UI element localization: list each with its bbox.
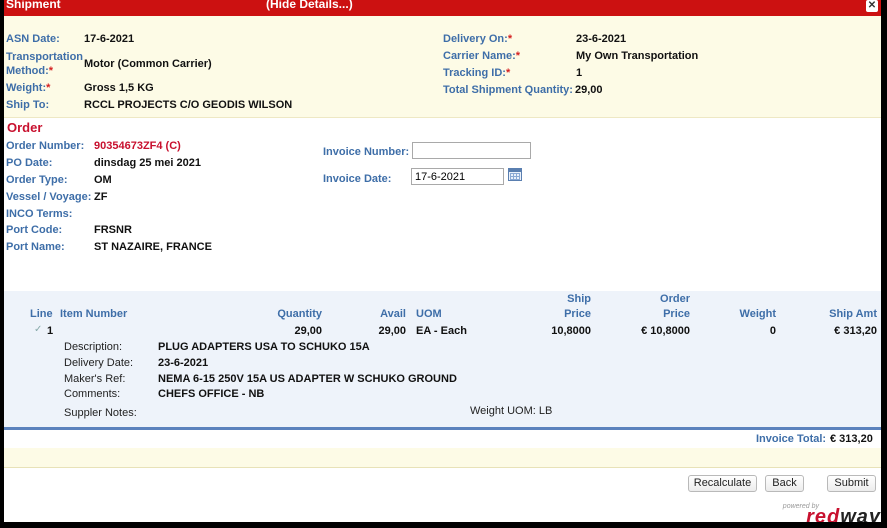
- row-ship-price: 10,8000: [551, 325, 591, 337]
- weight-label: Weight:*: [6, 82, 51, 94]
- asn-date-label: ASN Date:: [6, 33, 60, 45]
- po-date-value: dinsdag 25 mei 2021: [94, 157, 201, 169]
- col-header-ship-price-line2: Price: [564, 308, 591, 320]
- order-number-value[interactable]: 90354673ZF4 (C): [94, 140, 181, 152]
- asn-date-value: 17-6-2021: [84, 33, 135, 45]
- row-uom: EA - Each: [416, 325, 467, 337]
- line-check-icon[interactable]: ✓: [34, 324, 45, 335]
- shipment-window: Shipment (Hide Details...) ✕ ASN Date: 1…: [4, 0, 881, 522]
- row-quantity: 29,00: [294, 325, 322, 337]
- submit-button[interactable]: Submit: [827, 475, 876, 492]
- comments-value: CHEFS OFFICE - NB: [158, 388, 265, 400]
- transport-method-value: Motor (Common Carrier): [84, 58, 212, 70]
- order-type-label: Order Type:: [6, 174, 68, 186]
- delivery-on-value: 23-6-2021: [576, 33, 627, 45]
- vessel-voyage-value: ZF: [94, 191, 108, 203]
- redway-logo: redway: [806, 506, 881, 522]
- footer-band: [4, 448, 881, 468]
- makers-ref-label: Maker's Ref:: [64, 373, 126, 385]
- tracking-id-label: Tracking ID:*: [443, 67, 511, 79]
- vessel-voyage-label: Vessel / Voyage:: [6, 191, 92, 203]
- col-header-ship-price-line1: Ship: [567, 293, 591, 305]
- order-number-label: Order Number:: [6, 140, 85, 152]
- comments-label: Comments:: [64, 388, 121, 400]
- delivery-date-label: Delivery Date:: [64, 357, 134, 369]
- weight-value: Gross 1,5 KG: [84, 82, 154, 94]
- carrier-name-value: My Own Transportation: [576, 50, 699, 62]
- invoice-total-value: € 313,20: [830, 433, 873, 445]
- ship-to-label: Ship To:: [6, 99, 50, 111]
- screen-frame: Shipment (Hide Details...) ✕ ASN Date: 1…: [0, 0, 887, 528]
- port-name-value: ST NAZAIRE, FRANCE: [94, 241, 212, 253]
- col-header-order-price-line1: Order: [660, 293, 690, 305]
- col-header-avail: Avail: [380, 308, 406, 320]
- back-button[interactable]: Back: [765, 475, 804, 492]
- description-label: Description:: [64, 341, 123, 353]
- row-order-price: € 10,8000: [641, 325, 690, 337]
- hide-details-link[interactable]: (Hide Details...): [266, 0, 353, 11]
- delivery-date-value: 23-6-2021: [158, 357, 209, 369]
- total-shipment-quantity-value: 29,00: [575, 84, 603, 96]
- col-header-uom: UOM: [416, 308, 442, 320]
- invoice-number-input[interactable]: [412, 142, 531, 159]
- supplier-notes-label: Suppler Notes:: [64, 407, 137, 419]
- col-header-item-number: Item Number: [60, 308, 128, 320]
- transport-method-label-line1: Transportation: [6, 51, 84, 63]
- recalculate-button[interactable]: Recalculate: [688, 475, 757, 492]
- invoice-date-input[interactable]: [411, 168, 504, 185]
- row-weight: 0: [769, 325, 776, 337]
- title-bar: Shipment (Hide Details...) ✕: [4, 0, 881, 16]
- row-ship-amt: € 313,20: [834, 325, 877, 337]
- weight-uom-text: Weight UOM: LB: [470, 405, 553, 417]
- col-header-quantity: Quantity: [277, 308, 322, 320]
- invoice-number-label: Invoice Number:: [323, 146, 410, 158]
- calendar-icon[interactable]: [508, 168, 522, 181]
- delivery-on-label: Delivery On:*: [443, 33, 513, 45]
- col-header-order-price-line2: Price: [663, 308, 690, 320]
- total-shipment-quantity-label: Total Shipment Quantity:: [443, 84, 573, 96]
- po-date-label: PO Date:: [6, 157, 53, 169]
- close-icon[interactable]: ✕: [866, 0, 878, 12]
- shipment-panel: ASN Date: 17-6-2021 Transportation Metho…: [4, 16, 881, 118]
- row-line-number: 1: [47, 325, 54, 337]
- col-header-weight: Weight: [739, 308, 776, 320]
- invoice-total-row: Invoice Total: € 313,20: [4, 430, 881, 448]
- ship-to-value: RCCL PROJECTS C/O GEODIS WILSON: [84, 99, 293, 111]
- tracking-id-value: 1: [576, 67, 583, 79]
- port-code-label: Port Code:: [6, 224, 63, 236]
- carrier-name-label: Carrier Name:*: [443, 50, 521, 62]
- row-avail: 29,00: [378, 325, 406, 337]
- makers-ref-value: NEMA 6-15 250V 15A US ADAPTER W SCHUKO G…: [158, 373, 457, 385]
- transport-method-label-line2: Method:*: [6, 65, 54, 77]
- inco-terms-label: INCO Terms:: [6, 208, 73, 220]
- invoice-date-label: Invoice Date:: [323, 173, 392, 185]
- invoice-total-label: Invoice Total:: [756, 433, 827, 445]
- col-header-ship-amt: Ship Amt: [829, 308, 877, 320]
- window-title: Shipment: [6, 0, 61, 11]
- port-code-value: FRSNR: [94, 224, 132, 236]
- order-section-title: Order: [7, 120, 43, 135]
- col-header-line: Line: [30, 308, 53, 320]
- description-value: PLUG ADAPTERS USA TO SCHUKO 15A: [158, 341, 370, 353]
- order-type-value: OM: [94, 174, 112, 186]
- port-name-label: Port Name:: [6, 241, 65, 253]
